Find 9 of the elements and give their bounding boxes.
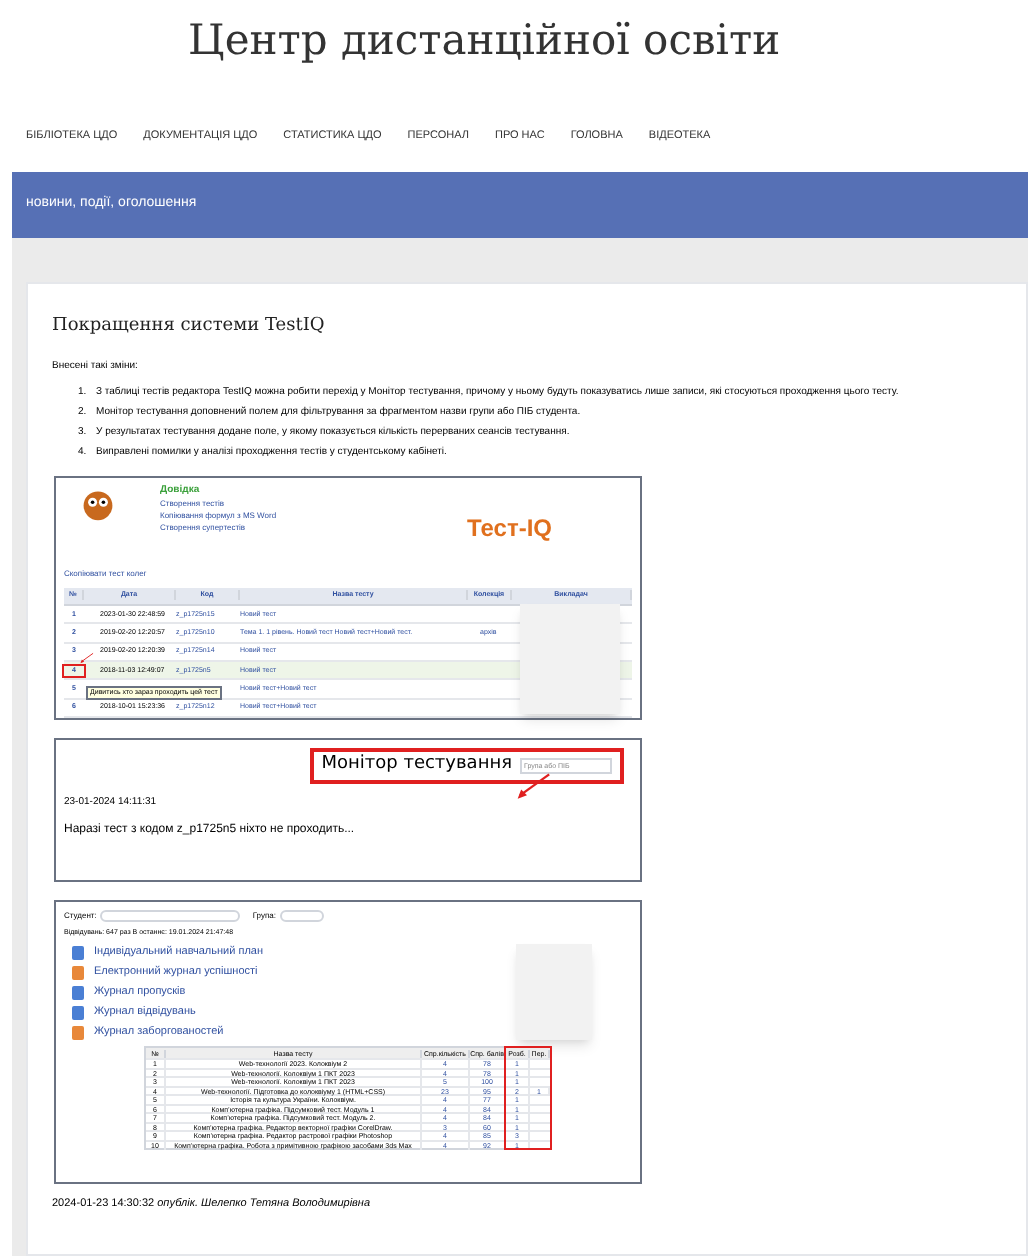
site-title: Центр дистанційної освіти: [188, 14, 783, 68]
article-title: Покращення системи TestIQ: [52, 314, 327, 340]
monitor-title: Монітор тестування: [321, 752, 512, 778]
student-field[interactable]: [100, 910, 241, 922]
brand-logo: Тест-IQ: [467, 512, 552, 546]
owl-icon: [80, 486, 116, 522]
group-field[interactable]: [279, 910, 324, 922]
highlight-frame: [504, 1046, 552, 1151]
popup-panel: [516, 944, 592, 1041]
